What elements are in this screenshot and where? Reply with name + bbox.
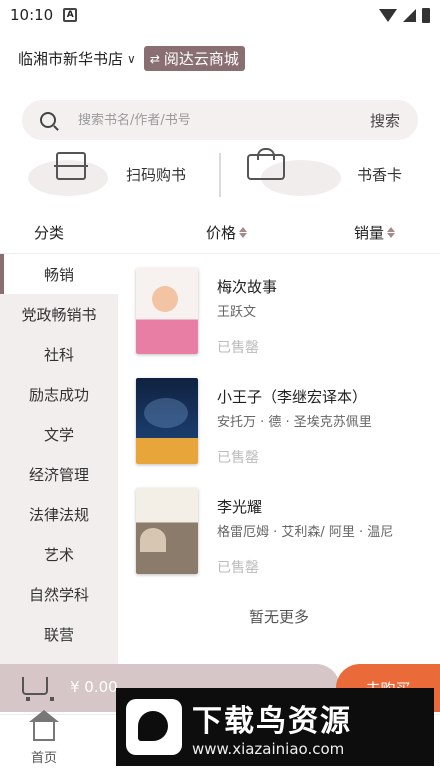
- book-title: 梅次故事: [217, 278, 278, 296]
- sidebar-item-party-bestseller[interactable]: 党政畅销书: [0, 294, 118, 334]
- platform-badge[interactable]: ⇄ 阅达云商城: [143, 46, 245, 71]
- scan-purchase-button[interactable]: 扫码购书: [0, 148, 219, 202]
- watermark-url: www.xiazainiao.com: [192, 740, 345, 758]
- sidebar-item-inspiration[interactable]: 励志成功: [0, 374, 118, 414]
- filter-price-label: 价格: [206, 223, 237, 242]
- home-icon: [29, 710, 59, 741]
- status-bar: 10:10 A: [0, 0, 440, 30]
- sidebar-item-social-science[interactable]: 社科: [0, 334, 118, 374]
- search-icon: [40, 112, 56, 128]
- watermark-title: 下载鸟资源: [192, 704, 352, 739]
- book-status: 已售罄: [217, 340, 259, 356]
- swap-icon: ⇄: [149, 51, 160, 66]
- book-author: 格雷厄姆 · 艾利森/ 阿里 · 温尼: [217, 525, 394, 540]
- filter-sales-label: 销量: [354, 223, 385, 242]
- watermark-overlay: 下载鸟资源 www.xiazainiao.com: [116, 688, 434, 766]
- book-card-button[interactable]: 书香卡: [221, 148, 440, 202]
- signal-icon: [403, 8, 416, 22]
- book-status: 已售罄: [217, 450, 259, 466]
- book-item[interactable]: 李光耀 格雷厄姆 · 艾利森/ 阿里 · 温尼 已售罄: [136, 488, 436, 588]
- search-bar: 搜索: [22, 100, 418, 140]
- book-card-label: 书香卡: [356, 166, 402, 184]
- watermark-text: 下载鸟资源 www.xiazainiao.com: [192, 696, 352, 758]
- book-title: 小王子（李继宏译本）: [217, 388, 368, 406]
- book-cover: [136, 268, 198, 354]
- category-sidebar: 畅销 党政畅销书 社科 励志成功 文学 经济管理 法律法规 艺术 自然学科 联营: [0, 254, 118, 674]
- status-time: 10:10: [10, 6, 54, 24]
- sidebar-item-natural-science[interactable]: 自然学科: [0, 574, 118, 614]
- store-selector[interactable]: 临湘市新华书店 ∨: [18, 48, 136, 69]
- tab-home-label: 首页: [30, 751, 57, 766]
- book-status: 已售罄: [217, 560, 259, 576]
- store-name: 临湘市新华书店: [18, 50, 124, 68]
- cart-icon: [22, 677, 54, 701]
- scan-label: 扫码购书: [126, 166, 187, 184]
- tab-home[interactable]: 首页: [0, 710, 88, 770]
- bird-logo-icon: [126, 699, 182, 755]
- sidebar-item-law[interactable]: 法律法规: [0, 494, 118, 534]
- gift-card-icon: [246, 148, 285, 180]
- sidebar-item-bestseller[interactable]: 畅销: [0, 254, 118, 294]
- no-more-text: 暂无更多: [248, 608, 309, 626]
- sort-icon: [387, 226, 396, 238]
- sidebar-item-economics[interactable]: 经济管理: [0, 454, 118, 494]
- chevron-down-icon: ∨: [127, 51, 136, 66]
- filter-price[interactable]: 价格: [206, 222, 248, 243]
- search-button[interactable]: 搜索: [370, 110, 400, 131]
- book-item[interactable]: 小王子（李继宏译本） 安托万 · 德 · 圣埃克苏佩里 已售罄: [136, 378, 436, 478]
- platform-name: 阅达云商城: [163, 50, 239, 68]
- book-author: 王跃文: [217, 305, 257, 320]
- book-item[interactable]: 梅次故事 王跃文 已售罄: [136, 268, 436, 368]
- search-input[interactable]: [78, 112, 370, 128]
- filter-category[interactable]: 分类: [34, 222, 64, 243]
- quick-actions: 扫码购书 书香卡: [0, 148, 440, 202]
- wifi-icon: [379, 8, 397, 22]
- book-cover: [136, 488, 198, 574]
- sort-icon: [239, 226, 248, 238]
- book-cover: [136, 378, 198, 464]
- book-list: 梅次故事 王跃文 已售罄 小王子（李继宏译本） 安托万 · 德 · 圣埃克苏佩里…: [118, 254, 440, 670]
- scan-icon: [54, 152, 88, 180]
- notification-icon: A: [63, 8, 78, 22]
- status-icons: [379, 7, 430, 23]
- battery-icon: [422, 7, 430, 23]
- filter-bar: 分类 价格 销量: [0, 214, 440, 250]
- book-title: 李光耀: [217, 498, 263, 516]
- sidebar-item-art[interactable]: 艺术: [0, 534, 118, 574]
- sidebar-item-joint[interactable]: 联营: [0, 614, 118, 654]
- filter-sales[interactable]: 销量: [354, 222, 396, 243]
- cart-total: ¥ 0.00: [70, 678, 118, 696]
- store-header: 临湘市新华书店 ∨ ⇄ 阅达云商城: [18, 46, 245, 71]
- sidebar-item-literature[interactable]: 文学: [0, 414, 118, 454]
- book-author: 安托万 · 德 · 圣埃克苏佩里: [217, 415, 372, 430]
- filter-category-label: 分类: [34, 223, 65, 242]
